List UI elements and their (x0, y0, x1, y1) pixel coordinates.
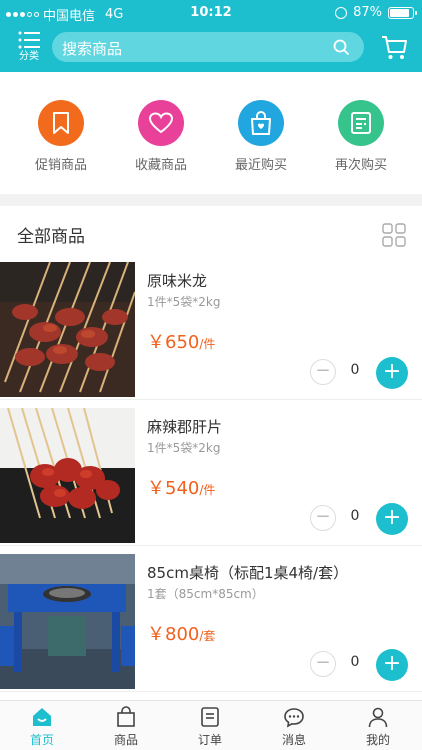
tab-profile[interactable]: 我的 (336, 705, 420, 748)
quantity-stepper: − 0 + (310, 357, 408, 389)
list-icon (18, 31, 40, 49)
home-icon (0, 705, 84, 729)
all-products-section: 全部商品 原味米龙 1件*5袋*2kg ￥650/件 − 0 + 麻辣郡肝片 1… (0, 206, 422, 700)
tab-orders[interactable]: 订单 (168, 705, 252, 748)
category-label: 分类 (19, 51, 39, 62)
quick-links: 促销商品 收藏商品 最近购买 再次购买 (0, 72, 422, 194)
grid-view-icon[interactable] (382, 223, 406, 247)
section-title: 全部商品 (17, 227, 85, 247)
receipt-icon (338, 100, 384, 146)
quantity-value[interactable]: 0 (344, 654, 366, 670)
product-price: ￥650/件 (147, 328, 215, 354)
price-unit: /件 (199, 483, 216, 497)
rotation-lock-icon (335, 6, 348, 19)
message-icon (252, 705, 336, 729)
quantity-value[interactable]: 0 (344, 362, 366, 378)
product-row[interactable]: 85cm桌椅（标配1桌4椅/套） 1套（85cm*85cm） ￥800/套 − … (0, 552, 422, 692)
tab-home[interactable]: 首页 (0, 705, 84, 748)
quick-link-promotions[interactable]: 促销商品 (16, 100, 106, 173)
price-unit: /套 (199, 629, 216, 643)
product-row[interactable]: 麻辣郡肝片 1件*5袋*2kg ￥540/件 − 0 + (0, 406, 422, 546)
quick-link-recent[interactable]: 最近购买 (216, 100, 306, 173)
price-amount: ￥800 (147, 624, 200, 645)
status-right: 87% (335, 5, 417, 20)
product-name[interactable]: 原味米龙 (147, 270, 207, 291)
tab-label: 商品 (113, 733, 138, 747)
tab-products[interactable]: 商品 (84, 705, 168, 748)
product-price: ￥800/套 (147, 620, 215, 646)
decrease-button[interactable]: − (310, 651, 336, 677)
bag-icon (84, 705, 168, 729)
tab-label: 订单 (197, 733, 222, 747)
product-spec: 1件*5袋*2kg (147, 441, 221, 455)
quantity-stepper: − 0 + (310, 649, 408, 681)
top-bar: 中国电信 4G 10:12 87% 分类 搜索商品 (0, 0, 422, 72)
section-header: 全部商品 (0, 206, 422, 260)
app-screen: 中国电信 4G 10:12 87% 分类 搜索商品 促销商品 收藏商品 最近购买… (0, 0, 422, 750)
search-input[interactable]: 搜索商品 (52, 32, 364, 62)
header: 分类 搜索商品 (0, 26, 422, 70)
quick-link-rebuy[interactable]: 再次购买 (316, 100, 406, 173)
decrease-button[interactable]: − (310, 359, 336, 385)
quick-link-label: 促销商品 (34, 158, 87, 173)
product-image[interactable] (0, 408, 135, 543)
decrease-button[interactable]: − (310, 505, 336, 531)
increase-button[interactable]: + (376, 649, 408, 681)
quick-link-label: 收藏商品 (134, 158, 187, 173)
bookmark-icon (38, 100, 84, 146)
product-row[interactable]: 原味米龙 1件*5袋*2kg ￥650/件 − 0 + (0, 260, 422, 400)
price-amount: ￥540 (147, 478, 200, 499)
tab-label: 首页 (29, 733, 54, 747)
product-name[interactable]: 85cm桌椅（标配1桌4椅/套） (147, 562, 348, 583)
search-icon (333, 39, 350, 56)
quantity-stepper: − 0 + (310, 503, 408, 535)
bottom-tab-bar: 首页 商品 订单 消息 我的 (0, 700, 422, 750)
shopping-bag-icon (238, 100, 284, 146)
increase-button[interactable]: + (376, 357, 408, 389)
category-button[interactable]: 分类 (14, 29, 44, 67)
product-image[interactable] (0, 262, 135, 397)
tab-label: 消息 (281, 733, 306, 747)
status-bar: 中国电信 4G 10:12 87% (0, 0, 422, 26)
battery-text: 87% (353, 5, 382, 20)
product-name[interactable]: 麻辣郡肝片 (147, 416, 222, 437)
product-spec: 1件*5袋*2kg (147, 295, 221, 309)
heart-icon (138, 100, 184, 146)
product-spec: 1套（85cm*85cm） (147, 587, 264, 601)
quick-link-label: 最近购买 (234, 158, 287, 173)
user-icon (336, 705, 420, 729)
quantity-value[interactable]: 0 (344, 508, 366, 524)
increase-button[interactable]: + (376, 503, 408, 535)
tab-messages[interactable]: 消息 (252, 705, 336, 748)
cart-icon[interactable] (380, 33, 408, 61)
price-unit: /件 (199, 337, 216, 351)
price-amount: ￥650 (147, 332, 200, 353)
battery-icon (388, 6, 417, 19)
tab-label: 我的 (365, 733, 390, 747)
search-placeholder: 搜索商品 (62, 40, 123, 58)
order-icon (168, 705, 252, 729)
product-image[interactable] (0, 554, 135, 689)
product-price: ￥540/件 (147, 474, 215, 500)
quick-link-label: 再次购买 (334, 158, 387, 173)
quick-link-favorites[interactable]: 收藏商品 (116, 100, 206, 173)
